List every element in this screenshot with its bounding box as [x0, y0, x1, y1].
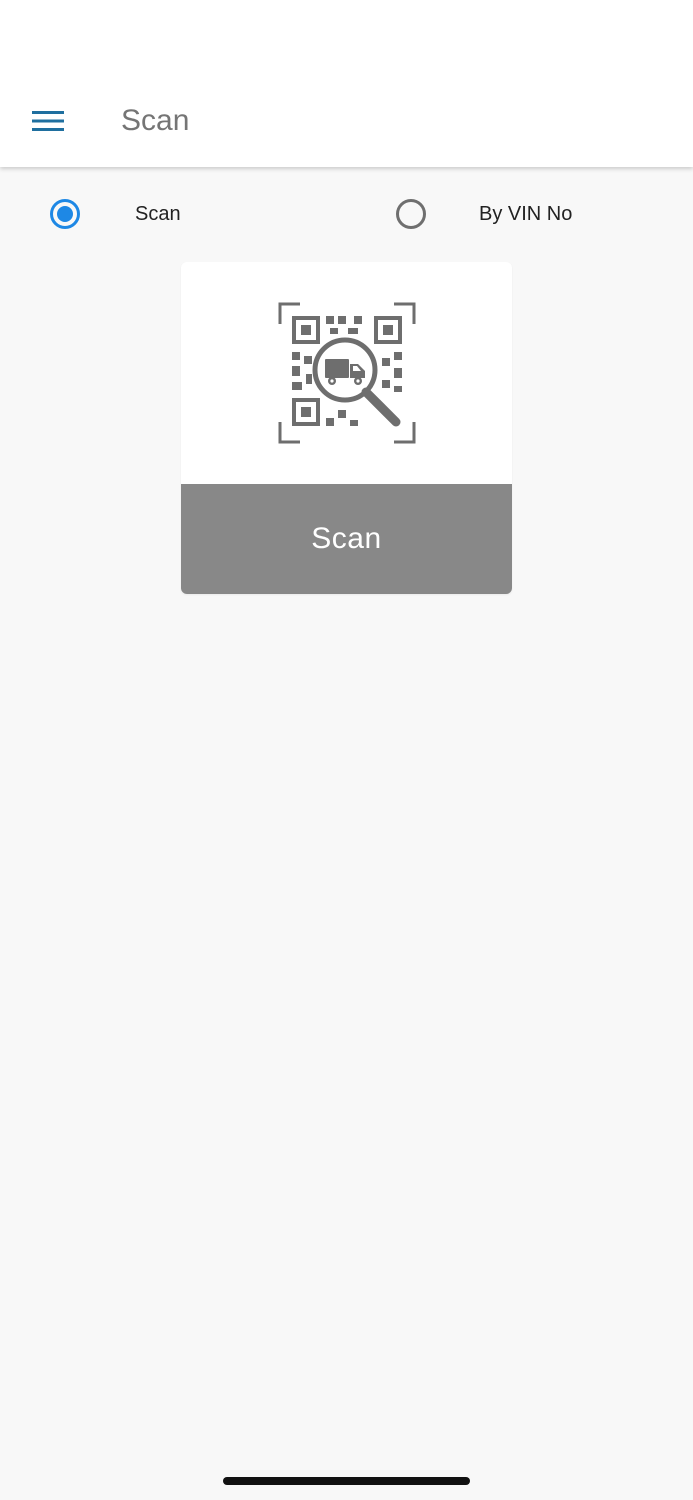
menu-button[interactable] — [26, 100, 70, 142]
scan-card: Scan — [181, 262, 512, 594]
radio-label-by-vin: By VIN No — [479, 202, 573, 225]
radio-option-by-vin[interactable]: By VIN No — [396, 194, 572, 234]
hamburger-menu-icon — [32, 111, 64, 131]
radio-option-scan[interactable]: Scan — [50, 194, 181, 234]
radio-button-by-vin[interactable] — [396, 199, 426, 229]
home-indicator — [223, 1477, 470, 1485]
qr-truck-search-icon — [278, 302, 416, 444]
radio-button-scan[interactable] — [50, 199, 80, 229]
radio-label-scan: Scan — [135, 202, 181, 225]
page-title: Scan — [121, 104, 190, 137]
app-bar: Scan — [0, 0, 693, 167]
scan-button[interactable]: Scan — [181, 484, 512, 594]
